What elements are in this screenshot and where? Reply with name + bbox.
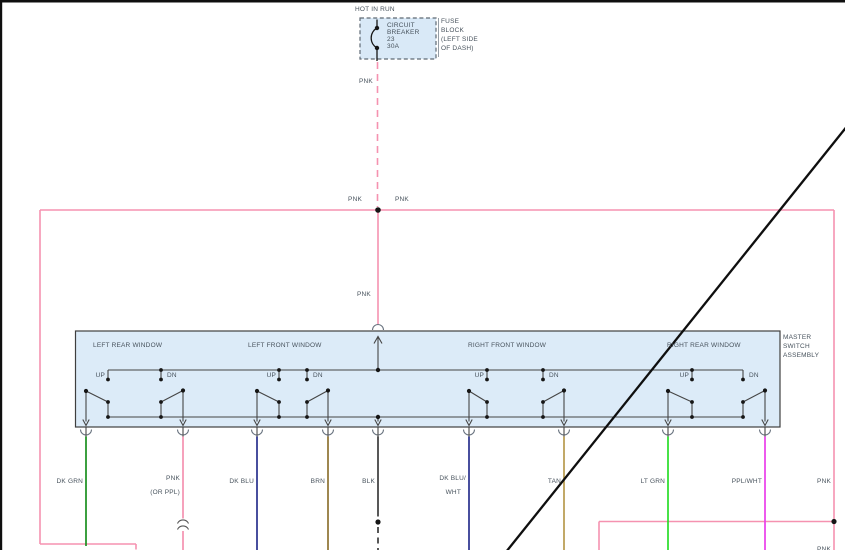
section-title-right-front: RIGHT FRONT WINDOW xyxy=(468,342,546,349)
section-title-left-front: LEFT FRONT WINDOW xyxy=(248,342,322,349)
wire-color-label-dk-blu: DK BLU xyxy=(199,478,254,485)
breaker-terminal-dot xyxy=(375,46,379,50)
dn-label: DN xyxy=(749,372,759,379)
up-label: UP xyxy=(675,372,689,379)
wire-color-label-pnk-junction-left: PNK xyxy=(322,196,362,203)
fuse-block-line: BLOCK xyxy=(441,26,478,35)
wire-color-label-dk-grn: DK GRN xyxy=(28,478,83,485)
splice-dot xyxy=(375,519,380,524)
splice-dot xyxy=(375,207,381,213)
breaker-line: 30A xyxy=(387,44,419,51)
wire-color-label-brn: BRN xyxy=(270,478,325,485)
wire-color-label-tan: TAN xyxy=(506,478,561,485)
up-label: UP xyxy=(262,372,276,379)
wire-color-label-pnk-top: PNK xyxy=(359,78,373,85)
wire-color-label-pnk-right: PNK xyxy=(776,478,831,485)
frame-border-left xyxy=(0,0,2,550)
master-switch-assembly-label: MASTER SWITCH ASSEMBLY xyxy=(783,333,819,360)
wire-color-label-lt-grn: LT GRN xyxy=(610,478,665,485)
dn-label: DN xyxy=(313,372,323,379)
up-label: UP xyxy=(470,372,484,379)
assembly-line: MASTER xyxy=(783,333,819,342)
wire-color-label-pnk-junction-right: PNK xyxy=(395,196,409,203)
wire-color-label-ppl-wht: PPL/WHT xyxy=(707,478,762,485)
fuse-block-label: FUSE BLOCK (LEFT SIDE OF DASH) xyxy=(441,17,478,53)
wire-color-label-or-ppl: (OR PPL) xyxy=(125,489,180,496)
dn-label: DN xyxy=(549,372,559,379)
frame-border-top xyxy=(0,0,845,3)
connector-arc xyxy=(373,325,384,331)
connector-arcs xyxy=(81,430,771,436)
breaker-terminal-dot xyxy=(375,26,379,30)
power-source-label: HOT IN RUN xyxy=(355,6,395,13)
wire-color-label-blk: BLK xyxy=(320,478,375,485)
fuse-block-line: (LEFT SIDE xyxy=(441,35,478,44)
wiring-diagram-view: HOT IN RUN CIRCUIT BREAKER 23 30A FUSE B… xyxy=(0,0,845,550)
section-title-left-rear: LEFT REAR WINDOW xyxy=(93,342,162,349)
fuse-block-line: FUSE xyxy=(441,17,478,26)
assembly-line: ASSEMBLY xyxy=(783,351,819,360)
splice-dot xyxy=(831,519,836,524)
assembly-line: SWITCH xyxy=(783,342,819,351)
dn-label: DN xyxy=(167,372,177,379)
wire-break-symbol xyxy=(178,520,189,530)
wire-color-label-pnk: PNK xyxy=(125,475,180,482)
wire-color-label-wht: WHT xyxy=(411,489,466,496)
fuse-block-line: OF DASH) xyxy=(441,44,478,53)
circuit-breaker-label: CIRCUIT BREAKER 23 30A xyxy=(387,23,419,51)
wire-color-label-pnk-bottom: PNK xyxy=(776,546,831,550)
wire-color-label-pnk-mid: PNK xyxy=(357,291,371,298)
up-label: UP xyxy=(91,372,105,379)
wire-color-label-dk-blu-wht: DK BLU/ xyxy=(411,475,466,482)
wiring-diagram-canvas xyxy=(0,0,845,550)
section-title-right-rear: RIGHT REAR WINDOW xyxy=(667,342,741,349)
